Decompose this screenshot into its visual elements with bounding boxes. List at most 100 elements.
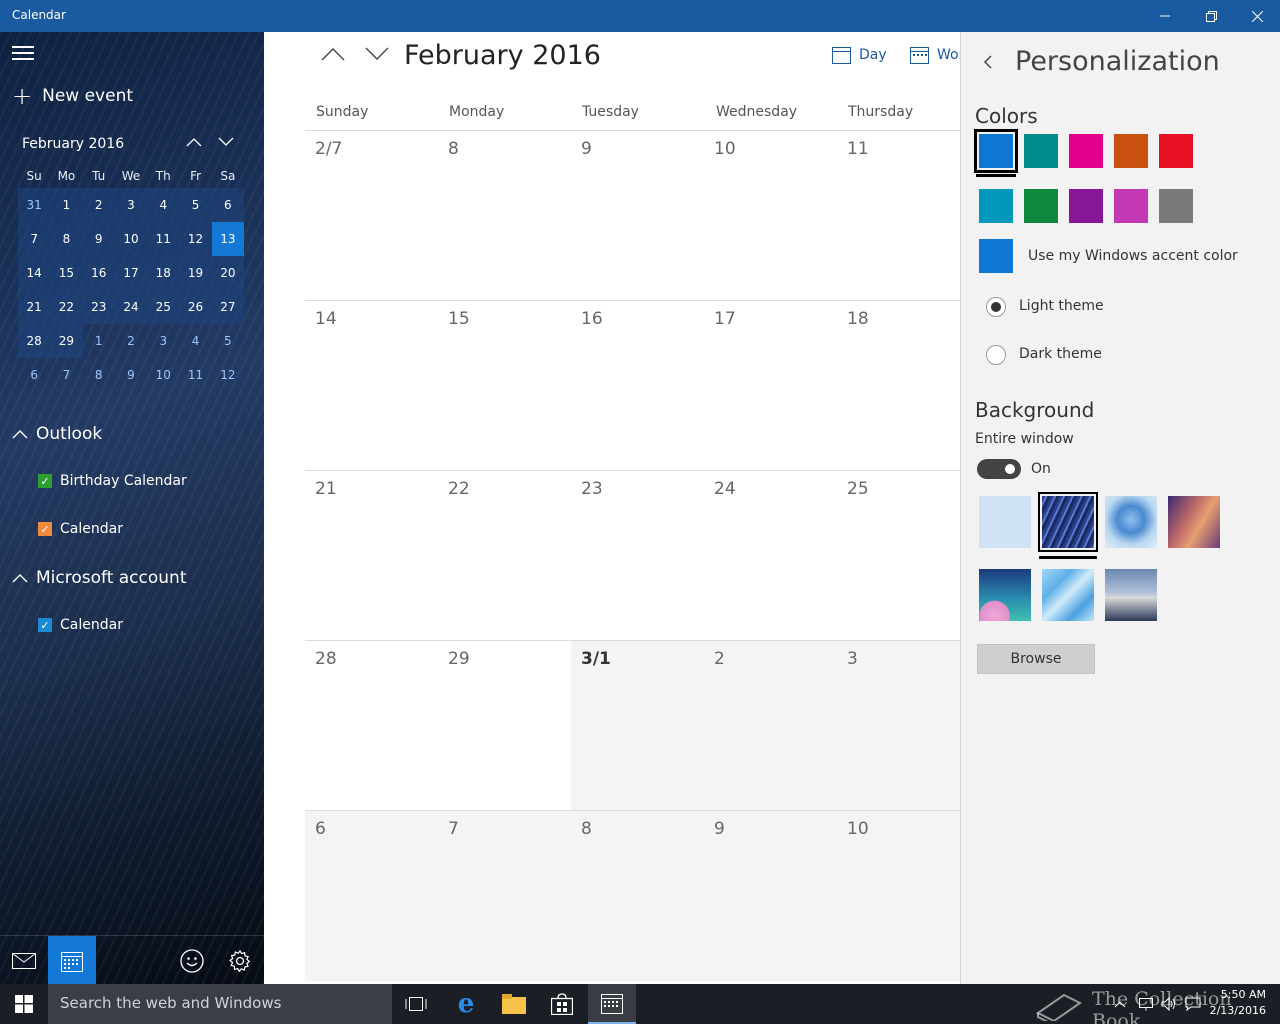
mini-calendar-day[interactable]: 1	[83, 324, 115, 358]
mini-calendar-day[interactable]: 9	[82, 222, 115, 256]
section-outlook[interactable]: Outlook	[12, 424, 102, 444]
mini-calendar-day[interactable]: 16	[82, 256, 115, 290]
mini-calendar-day[interactable]: 4	[179, 324, 211, 358]
mini-calendar-day[interactable]: 8	[50, 222, 83, 256]
next-month-button[interactable]	[364, 46, 390, 66]
background-thumb-plain[interactable]	[979, 496, 1031, 548]
mini-calendar-day[interactable]: 18	[147, 256, 180, 290]
day-cell[interactable]: 18	[837, 301, 960, 471]
start-button[interactable]	[0, 984, 48, 1024]
day-cell[interactable]: 3	[837, 641, 960, 811]
background-thumb-crystal[interactable]	[1042, 569, 1094, 621]
new-event-button[interactable]: + New event	[12, 84, 133, 108]
calendar-taskbar-button[interactable]	[588, 984, 636, 1024]
mini-calendar-day[interactable]: 3	[114, 188, 148, 222]
calendar-item-birthday[interactable]: ✓ Birthday Calendar	[38, 473, 187, 489]
calendar-item-microsoft-calendar[interactable]: ✓ Calendar	[38, 617, 123, 633]
background-thumb-lake[interactable]	[1105, 569, 1157, 621]
background-toggle[interactable]	[977, 459, 1021, 479]
task-view-button[interactable]	[392, 984, 440, 1024]
day-cell[interactable]: 23	[571, 471, 704, 641]
minimize-button[interactable]	[1142, 0, 1188, 32]
mini-calendar-day[interactable]: 6	[211, 188, 244, 222]
mini-calendar-day[interactable]: 21	[18, 290, 51, 324]
color-swatch[interactable]	[1024, 134, 1058, 168]
background-thumb-canyon[interactable]	[1168, 496, 1220, 548]
color-swatch[interactable]	[1159, 189, 1193, 223]
hamburger-menu-icon[interactable]	[12, 46, 34, 60]
mini-calendar-day[interactable]: 14	[18, 256, 51, 290]
section-microsoft-account[interactable]: Microsoft account	[12, 568, 187, 588]
mini-calendar-day[interactable]: 15	[50, 256, 83, 290]
mini-calendar-day[interactable]: 5	[179, 188, 212, 222]
volume-button[interactable]	[1158, 984, 1180, 1024]
day-cell[interactable]: 7	[438, 811, 571, 981]
day-cell[interactable]: 24	[704, 471, 837, 641]
calendar-app-button[interactable]	[48, 936, 96, 984]
mini-calendar-day[interactable]: 31	[18, 188, 51, 222]
feedback-button[interactable]	[168, 936, 216, 984]
day-cell[interactable]: 11	[837, 131, 960, 301]
color-swatch[interactable]	[1114, 189, 1148, 223]
mini-calendar-day[interactable]: 11	[147, 222, 180, 256]
mini-calendar-day[interactable]: 6	[18, 358, 50, 392]
mini-calendar-day[interactable]: 1	[50, 188, 83, 222]
mini-calendar-day[interactable]: 4	[147, 188, 180, 222]
checkbox-checked-icon[interactable]: ✓	[38, 522, 52, 536]
color-swatch[interactable]	[1069, 189, 1103, 223]
mini-calendar-day[interactable]: 7	[50, 358, 82, 392]
mini-calendar-day[interactable]: 10	[114, 222, 148, 256]
taskbar-clock[interactable]: 5:50 AM 2/13/2016	[1210, 987, 1266, 1019]
mini-calendar-day[interactable]: 29	[50, 324, 83, 358]
day-view-button[interactable]: Day	[832, 46, 887, 64]
restore-button[interactable]	[1188, 0, 1234, 32]
mini-calendar-day[interactable]: 5	[212, 324, 244, 358]
mini-calendar-day[interactable]: 2	[82, 188, 115, 222]
day-cell[interactable]: 3/1	[571, 641, 704, 811]
mini-calendar-day[interactable]: 7	[18, 222, 51, 256]
edge-button[interactable]: e	[442, 984, 490, 1024]
day-cell[interactable]: 10	[704, 131, 837, 301]
mini-calendar-day[interactable]: 9	[115, 358, 147, 392]
day-cell[interactable]: 2	[704, 641, 837, 811]
file-explorer-button[interactable]	[490, 984, 538, 1024]
day-cell[interactable]: 21	[305, 471, 438, 641]
action-center-button[interactable]	[1182, 984, 1204, 1024]
mini-calendar-day[interactable]: 11	[179, 358, 211, 392]
settings-button[interactable]	[216, 936, 264, 984]
browse-button[interactable]: Browse	[977, 644, 1095, 674]
mini-calendar-day[interactable]: 19	[179, 256, 212, 290]
light-theme-label[interactable]: Light theme	[1019, 298, 1104, 314]
mini-calendar-day[interactable]: 3	[147, 324, 179, 358]
day-cell[interactable]: 9	[704, 811, 837, 981]
checkbox-checked-icon[interactable]: ✓	[38, 474, 52, 488]
day-cell[interactable]: 22	[438, 471, 571, 641]
taskbar-search-box[interactable]: Search the web and Windows	[48, 984, 392, 1024]
store-button[interactable]	[538, 984, 586, 1024]
work-week-view-button[interactable]: Wor	[910, 46, 960, 64]
color-swatch[interactable]	[1024, 189, 1058, 223]
day-cell[interactable]: 14	[305, 301, 438, 471]
calendar-item-outlook-calendar[interactable]: ✓ Calendar	[38, 521, 123, 537]
day-cell[interactable]: 9	[571, 131, 704, 301]
mini-calendar-day[interactable]: 12	[212, 358, 244, 392]
day-cell[interactable]: 8	[571, 811, 704, 981]
checkbox-checked-icon[interactable]: ✓	[38, 618, 52, 632]
dark-theme-label[interactable]: Dark theme	[1019, 346, 1102, 362]
mini-calendar-day[interactable]: 28	[18, 324, 51, 358]
accent-color-swatch[interactable]	[979, 239, 1013, 273]
close-button[interactable]	[1234, 0, 1280, 32]
light-theme-radio[interactable]	[986, 297, 1006, 317]
mini-calendar-day[interactable]: 13	[211, 222, 244, 256]
background-thumb-tree[interactable]	[1105, 496, 1157, 548]
day-cell[interactable]: 28	[305, 641, 438, 811]
background-thumb-rain[interactable]	[1038, 492, 1098, 552]
day-cell[interactable]: 10	[837, 811, 960, 981]
mini-calendar-day[interactable]: 12	[179, 222, 212, 256]
mini-calendar-day[interactable]: 25	[147, 290, 180, 324]
day-cell[interactable]: 15	[438, 301, 571, 471]
mini-calendar-day[interactable]: 17	[114, 256, 148, 290]
show-hidden-icons-button[interactable]	[1110, 984, 1130, 1024]
mini-calendar-day[interactable]: 27	[211, 290, 244, 324]
mini-calendar-day[interactable]: 8	[83, 358, 115, 392]
